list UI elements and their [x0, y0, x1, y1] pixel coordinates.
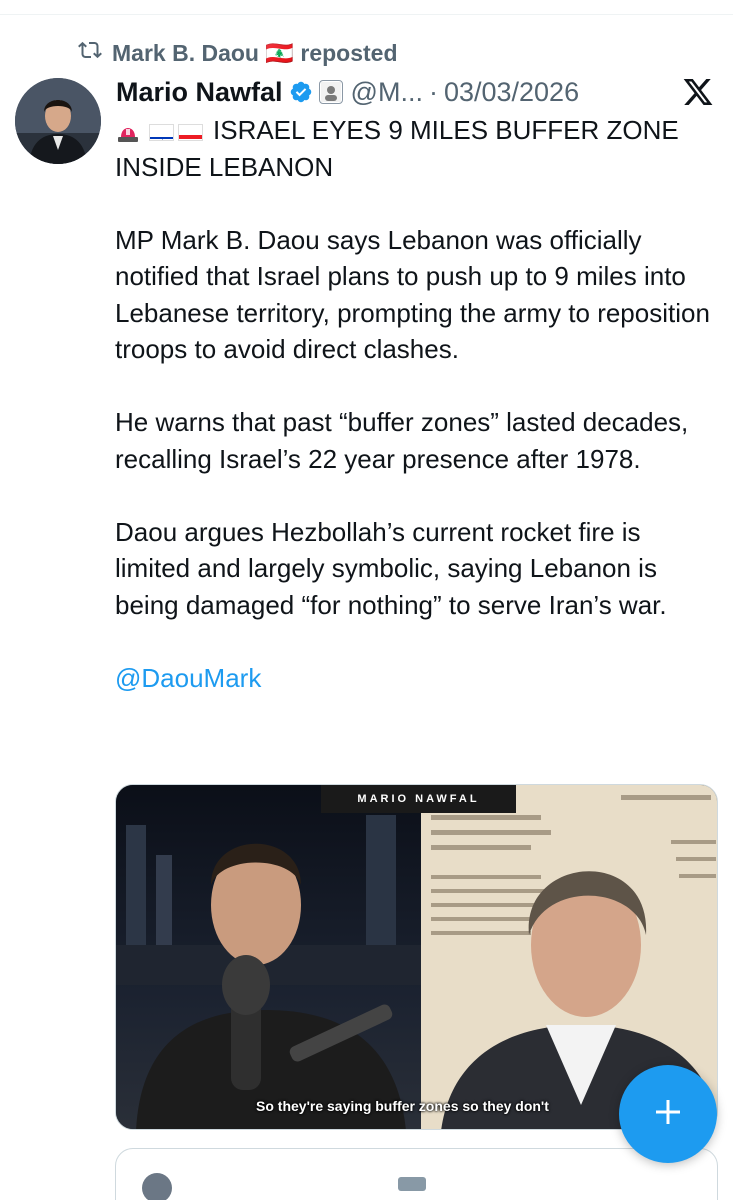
video-brand-banner: MARIO NAWFAL	[321, 785, 516, 813]
repost-text: Mark B. Daou 🇱🇧 reposted	[112, 39, 398, 66]
video-left-panel	[116, 785, 421, 1129]
video-media[interactable]: MARIO NAWFAL So they're saying buffer zo…	[115, 784, 718, 1130]
author-name[interactable]: Mario Nawfal	[116, 77, 283, 108]
next-post-card[interactable]	[115, 1148, 718, 1200]
tweet-headline: ISRAEL EYES 9 MILES BUFFER ZONE INSIDE L…	[115, 112, 715, 185]
author-handle[interactable]: @M...	[351, 77, 423, 108]
compose-button[interactable]	[619, 1065, 717, 1163]
rotating-light-icon	[115, 116, 141, 142]
tweet-paragraph-1: MP Mark B. Daou says Lebanon was officia…	[115, 224, 710, 365]
tweet-paragraph-3: Daou argues Hezbollah’s current rocket f…	[115, 516, 667, 620]
tweet-date[interactable]: 03/03/2026	[444, 77, 579, 108]
tweet-header: Mario Nawfal @M... · 03/03/2026	[116, 74, 579, 110]
separator: ·	[428, 76, 438, 107]
affiliate-badge-icon[interactable]	[318, 80, 343, 104]
tweet-body: ISRAEL EYES 9 MILES BUFFER ZONE INSIDE L…	[115, 112, 715, 733]
top-divider	[0, 14, 733, 15]
repost-icon	[78, 38, 102, 68]
mention-link[interactable]: @DaouMark	[115, 663, 261, 693]
lebanon-flag-icon	[178, 123, 203, 141]
avatar[interactable]	[15, 78, 101, 164]
repost-indicator[interactable]: Mark B. Daou 🇱🇧 reposted	[78, 38, 398, 68]
plus-icon	[650, 1094, 686, 1135]
next-post-avatar	[142, 1173, 172, 1200]
verified-badge-icon	[289, 80, 313, 104]
x-logo-icon[interactable]	[681, 76, 715, 108]
video-caption: So they're saying buffer zones so they d…	[256, 1098, 549, 1114]
next-post-icon	[398, 1177, 426, 1191]
tweet-paragraph-2: He warns that past “buffer zones” lasted…	[115, 407, 689, 474]
israel-flag-icon	[149, 123, 174, 141]
